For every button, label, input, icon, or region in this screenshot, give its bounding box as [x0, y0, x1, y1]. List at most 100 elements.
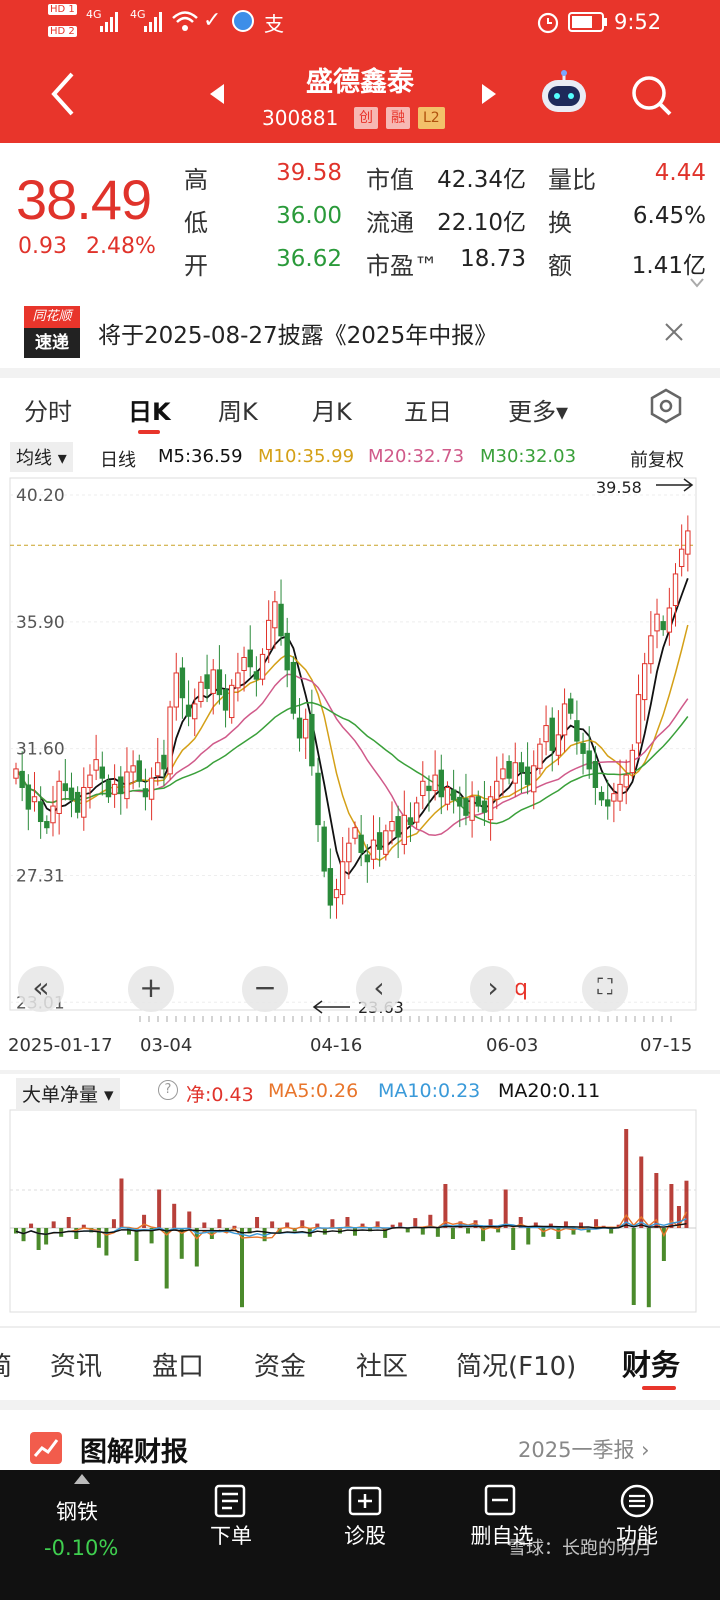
nav-order[interactable]: 下单	[206, 1520, 256, 1550]
candle-body	[315, 772, 321, 826]
report-period[interactable]: 2025一季报 ›	[518, 1434, 650, 1464]
tab-weekly-k[interactable]: 周K	[218, 392, 258, 427]
adjust-mode[interactable]: 前复权	[630, 446, 684, 472]
ma-selector[interactable]: 均线 ▾	[10, 442, 73, 472]
flow-bar	[119, 1178, 124, 1228]
next-stock-icon[interactable]	[480, 84, 496, 104]
robot-assistant-icon[interactable]	[538, 70, 590, 116]
candle-body	[358, 834, 364, 853]
candle-body	[253, 671, 260, 680]
header: HD 1 HD 2 4G 4G ✓ 支 9:52 盛德鑫泰 300881 创 融…	[0, 0, 720, 143]
candle-body	[475, 796, 481, 807]
zoom-out-button[interactable]: −	[242, 966, 288, 1012]
scroll-right-button[interactable]: ›	[470, 966, 516, 1012]
flow-ma5: MA5:0.26	[268, 1080, 359, 1102]
back-icon[interactable]	[48, 72, 78, 116]
candle-body	[259, 653, 266, 680]
flow-bar	[624, 1129, 629, 1228]
flow-bar	[29, 1223, 34, 1228]
candle-body	[179, 667, 186, 699]
wifi-icon	[172, 11, 198, 31]
label-turnover: 换	[548, 209, 572, 237]
flow-bar	[646, 1228, 651, 1308]
close-icon[interactable]	[664, 322, 684, 342]
nav-diagnose[interactable]: 诊股	[340, 1520, 390, 1550]
big-order-flow-chart[interactable]	[0, 1106, 720, 1316]
candle-body	[155, 762, 161, 777]
candle-body	[568, 698, 574, 714]
x-tick-label: 07-15	[640, 1035, 692, 1056]
candle-body	[99, 766, 105, 779]
candle-body	[549, 717, 555, 751]
divider	[0, 1070, 720, 1074]
tab-f10[interactable]: 简况(F10)	[456, 1346, 576, 1383]
candle-body	[62, 783, 69, 792]
candle-body	[204, 674, 210, 689]
tab-capital[interactable]: 资金	[254, 1346, 306, 1383]
high-annotation: 39.58	[596, 478, 642, 497]
x-tick-label: 04-16	[310, 1035, 362, 1056]
remove-watchlist-icon	[484, 1484, 516, 1516]
tab-five-day[interactable]: 五日	[404, 392, 452, 427]
settings-hex-icon[interactable]	[648, 388, 684, 424]
candle-body	[432, 774, 438, 792]
hd1-badge: HD 1	[48, 4, 77, 15]
fullscreen-button[interactable]: ⛶	[582, 966, 628, 1012]
tag-rong: 融	[386, 107, 410, 129]
tab-more[interactable]: 更多▾	[508, 392, 568, 427]
candle-body	[666, 607, 673, 633]
label-market-cap: 市值	[366, 166, 414, 194]
search-icon[interactable]	[630, 74, 674, 118]
tab-finance[interactable]: 财务	[622, 1342, 680, 1384]
candle-body	[296, 717, 303, 739]
candle-body	[31, 796, 38, 803]
notice-bar[interactable]: 同花顺 速递 将于2025-08-27披露《2025年中报》	[0, 296, 720, 368]
candle-body	[333, 889, 340, 899]
candle-body	[148, 777, 155, 800]
flow-bar	[36, 1228, 41, 1250]
market-name[interactable]: 钢铁	[56, 1496, 98, 1526]
help-icon[interactable]: ?	[158, 1080, 178, 1100]
candle-body	[352, 827, 358, 839]
candle-body	[580, 743, 586, 754]
candle-body	[685, 530, 691, 555]
value-market-cap: 42.34亿	[437, 167, 526, 193]
logo-bottom-text: 速递	[24, 328, 80, 358]
value-volume-ratio: 4.44	[654, 160, 706, 186]
scroll-left-button[interactable]: ‹	[356, 966, 402, 1012]
expand-chevron-icon[interactable]	[690, 278, 704, 288]
candle-body	[185, 704, 192, 717]
candle-body	[635, 694, 642, 744]
value-low: 36.00	[276, 203, 342, 229]
candle-body	[370, 839, 377, 860]
label-float-cap: 流通	[366, 209, 414, 237]
tab-orderbook[interactable]: 盘口	[152, 1346, 204, 1383]
tab-daily-k[interactable]: 日K	[128, 392, 171, 427]
ma-m10: M10:35.99	[258, 446, 355, 467]
expand-up-icon[interactable]	[74, 1474, 90, 1484]
high-arrow-icon	[656, 478, 694, 492]
flow-selector[interactable]: 大单净量 ▾	[16, 1078, 120, 1109]
candle-body	[413, 802, 420, 823]
flow-bar	[142, 1214, 147, 1228]
tab-community[interactable]: 社区	[356, 1346, 408, 1383]
zoom-in-button[interactable]: +	[128, 966, 174, 1012]
flow-bar	[526, 1228, 531, 1245]
flow-bar	[511, 1228, 516, 1250]
tab-brief-partial[interactable]: 简	[0, 1346, 12, 1383]
scroll-left-fast-button[interactable]: «	[18, 966, 64, 1012]
tab-news[interactable]: 资讯	[50, 1346, 102, 1383]
prev-stock-icon[interactable]	[210, 84, 226, 104]
candle-body	[605, 799, 611, 807]
label-pe: 市盈™	[366, 252, 438, 280]
flow-bar	[21, 1228, 26, 1242]
tab-intraday[interactable]: 分时	[24, 392, 72, 427]
tab-monthly-k[interactable]: 月K	[312, 392, 352, 427]
candle-body	[395, 816, 401, 838]
candle-body	[198, 681, 204, 702]
value-high: 39.58	[276, 160, 342, 186]
candle-body	[481, 800, 488, 813]
candle-body	[438, 769, 444, 798]
flow-bar	[172, 1203, 177, 1228]
battery-icon	[568, 12, 607, 32]
